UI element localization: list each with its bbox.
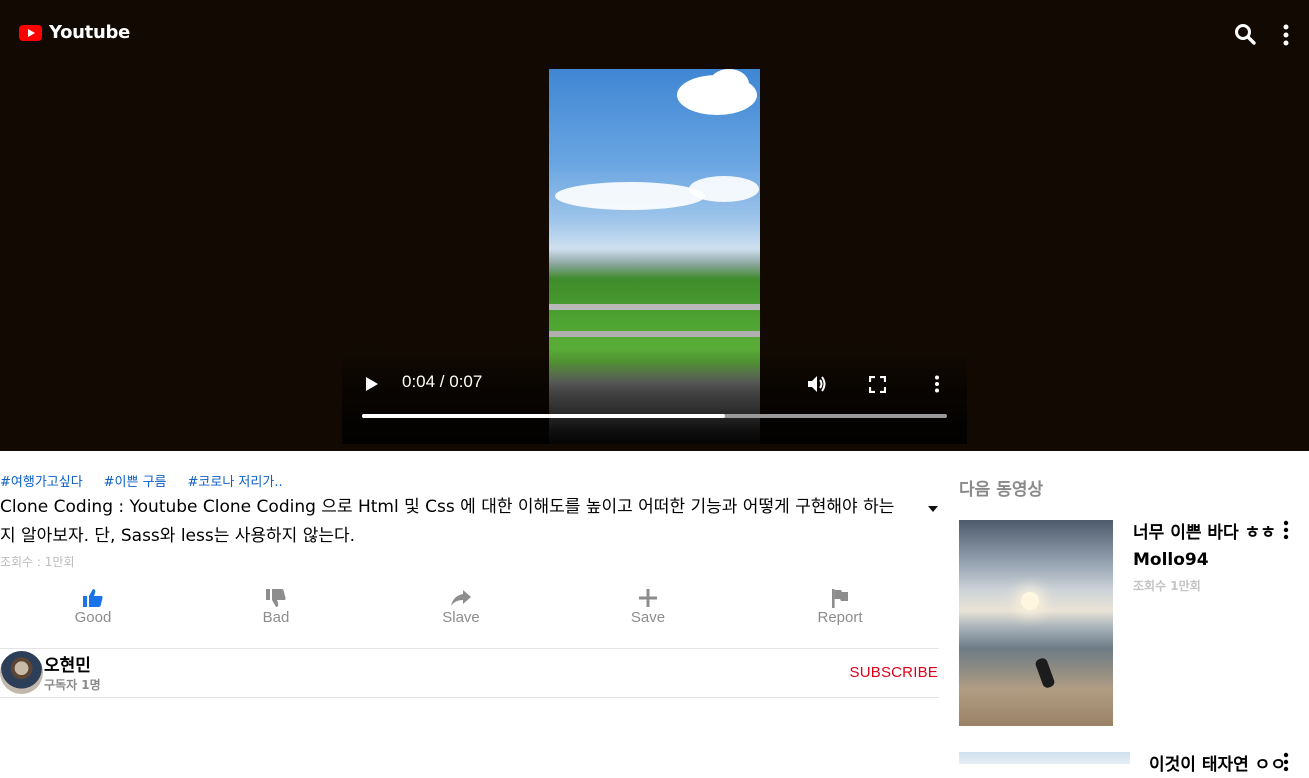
share-label: Slave [442, 609, 480, 626]
report-button[interactable]: Report [805, 588, 875, 626]
cloud-shape [709, 69, 749, 99]
thumbs-down-icon [266, 589, 286, 607]
sun-shape [1021, 592, 1039, 610]
fullscreen-icon[interactable] [868, 375, 887, 397]
save-button[interactable]: Save [613, 588, 683, 626]
video-thumbnail[interactable] [959, 520, 1113, 726]
up-next-heading: 다음 동영상 [959, 480, 1044, 500]
up-next-channel: Mollo94 [1133, 550, 1209, 570]
more-vertical-icon[interactable] [1283, 752, 1289, 772]
good-label: Good [74, 609, 112, 626]
avatar[interactable] [0, 651, 43, 694]
share-button[interactable]: Slave [426, 588, 496, 626]
youtube-logo[interactable]: Youtube [19, 22, 130, 43]
progress-fill [362, 414, 725, 418]
bad-button[interactable]: Bad [241, 588, 311, 626]
player-area: Youtube 0:04 / 0:07 [0, 0, 1309, 451]
save-label: Save [630, 609, 666, 626]
chevron-down-icon[interactable] [928, 497, 938, 512]
more-vertical-icon[interactable] [1274, 22, 1298, 46]
railing [549, 304, 760, 310]
up-next-card[interactable]: 이것이 태자연 ㅇㅇ [959, 752, 1289, 775]
progress-bar[interactable] [362, 414, 947, 418]
thumbs-up-icon [83, 589, 103, 607]
subscribe-button[interactable]: SUBSCRIBE [850, 664, 939, 681]
time-display: 0:04 / 0:07 [402, 372, 483, 391]
railing [549, 331, 760, 337]
up-next-card[interactable]: 너무 이쁜 바다 ㅎㅎ Mollo94 조회수 1만회 [959, 520, 1289, 726]
hashtag-link[interactable]: #코로나 저리가.. [188, 471, 283, 490]
share-icon [451, 590, 471, 606]
view-count: 조회수 : 1만회 [0, 555, 75, 569]
action-bar: Good Bad Slave Save Report [0, 588, 939, 628]
report-label: Report [817, 609, 863, 626]
flag-icon [832, 589, 848, 608]
search-icon[interactable] [1233, 22, 1257, 46]
cloud-shape [555, 182, 705, 210]
hashtag-link[interactable]: #여행가고싶다 [0, 471, 83, 490]
more-vertical-icon[interactable] [1283, 520, 1289, 540]
plus-icon [639, 589, 657, 607]
volume-icon[interactable] [806, 373, 828, 399]
cloud-shape [689, 176, 759, 202]
up-next-views: 조회수 1만회 [1133, 579, 1201, 593]
up-next-title[interactable]: 이것이 태자연 ㅇㅇ [1149, 752, 1295, 778]
good-button[interactable]: Good [58, 588, 128, 626]
youtube-logo-icon [19, 24, 42, 41]
video-thumbnail[interactable] [959, 752, 1130, 764]
up-next-title[interactable]: 너무 이쁜 바다 ㅎㅎ [1133, 520, 1279, 546]
hashtag-list: #여행가고싶다 #이쁜 구름 #코로나 저리가.. [0, 471, 283, 490]
player-more-icon[interactable] [934, 375, 940, 397]
channel-row: 오현민 구독자 1명 SUBSCRIBE [0, 648, 939, 698]
subscriber-count: 구독자 1명 [44, 678, 101, 692]
hashtag-link[interactable]: #이쁜 구름 [104, 471, 167, 490]
person-silhouette [1034, 656, 1056, 690]
logo-text: Youtube [49, 22, 130, 43]
video-title: Clone Coding : Youtube Clone Coding 으로 H… [0, 497, 895, 546]
play-icon[interactable] [364, 375, 380, 397]
video-player[interactable]: 0:04 / 0:07 [342, 69, 967, 444]
channel-name[interactable]: 오현민 [44, 651, 91, 676]
bad-label: Bad [262, 609, 290, 626]
